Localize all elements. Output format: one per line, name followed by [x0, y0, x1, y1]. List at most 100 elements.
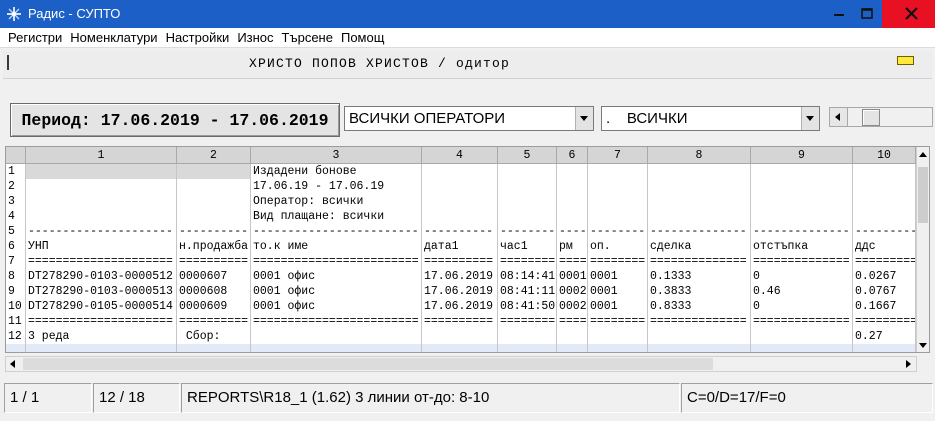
scroll-right-button[interactable] [901, 357, 916, 371]
table-cell[interactable] [588, 179, 648, 194]
table-cell[interactable] [422, 179, 498, 194]
table-cell[interactable]: 0001 офис [251, 284, 422, 299]
table-cell[interactable]: ============== [751, 314, 853, 329]
table-cell[interactable]: ---------- [422, 224, 498, 239]
table-cell[interactable]: ========= [853, 314, 916, 329]
table-cell[interactable]: то.к име [251, 239, 422, 254]
table-cell[interactable]: ===================== [26, 314, 177, 329]
table-cell[interactable]: DT278290-0105-0000514 [26, 299, 177, 314]
minimize-button[interactable] [826, 0, 852, 28]
table-cell[interactable]: 0000607 [177, 269, 251, 284]
table-cell[interactable]: Сбор: [177, 329, 251, 344]
table-cell[interactable] [422, 194, 498, 209]
table-cell[interactable]: -------------- [751, 224, 853, 239]
table-cell[interactable] [26, 179, 177, 194]
table-cell[interactable]: ========= [853, 254, 916, 269]
table-row[interactable]: 8 DT278290-0103-0000512 0000607 0001 офис 17… [6, 269, 916, 284]
payment-select[interactable]: . ВСИЧКИ [601, 106, 820, 131]
table-cell[interactable]: ========== [422, 314, 498, 329]
table-cell[interactable]: 0.1667 [853, 299, 916, 314]
table-cell[interactable]: ========== [177, 314, 251, 329]
table-cell[interactable]: дата1 [422, 239, 498, 254]
table-cell[interactable]: 0001 [588, 299, 648, 314]
row-number[interactable]: 11 [6, 314, 26, 329]
table-cell[interactable] [751, 209, 853, 224]
table-cell[interactable]: -------------- [648, 224, 751, 239]
grid-corner-cell[interactable] [6, 147, 26, 164]
table-cell[interactable]: 0.3833 [648, 284, 751, 299]
table-cell[interactable] [422, 344, 498, 352]
column-header-8[interactable]: 8 [648, 147, 751, 164]
table-row[interactable]: 12 3 реда Сбор: 0.27 [6, 329, 916, 344]
menu-item-settings[interactable]: Настройки [166, 28, 230, 47]
table-cell[interactable]: 08:41:11 [498, 284, 557, 299]
scroll-down-button[interactable] [917, 338, 929, 352]
table-cell[interactable] [751, 329, 853, 344]
table-cell[interactable] [177, 344, 251, 352]
table-cell[interactable]: ============== [648, 314, 751, 329]
table-cell[interactable]: 17.06.2019 [422, 269, 498, 284]
table-cell[interactable] [751, 194, 853, 209]
table-cell[interactable]: ---------- [177, 224, 251, 239]
grid-horizontal-scrollbar[interactable] [5, 356, 917, 372]
table-cell[interactable]: УНП [26, 239, 177, 254]
table-cell[interactable]: Издадени бонове [251, 164, 422, 179]
table-cell[interactable]: 0.1333 [648, 269, 751, 284]
table-cell[interactable]: 0.8333 [648, 299, 751, 314]
table-row[interactable]: 4 Вид плащане: всички [6, 209, 916, 224]
table-cell[interactable] [557, 164, 588, 179]
row-number[interactable]: 8 [6, 269, 26, 284]
table-row[interactable]: 1 Издадени бонове [6, 164, 916, 179]
table-cell[interactable]: час1 [498, 239, 557, 254]
table-cell[interactable]: 08:41:50 [498, 299, 557, 314]
table-row[interactable]: 11 ===================== ========== =======… [6, 314, 916, 329]
row-number[interactable]: 5 [6, 224, 26, 239]
table-cell[interactable]: оп. [588, 239, 648, 254]
row-number[interactable]: 2 [6, 179, 26, 194]
row-number[interactable]: 9 [6, 284, 26, 299]
column-header-1[interactable]: 1 [26, 147, 177, 164]
report-grid[interactable]: 1 2 3 4 5 6 7 8 9 10 1 Издадени бонове 2 17.06.19 - 1… [5, 146, 930, 353]
table-cell[interactable] [557, 194, 588, 209]
maximize-button[interactable] [853, 0, 881, 28]
toolbar-scrollbar[interactable] [829, 107, 933, 127]
table-cell[interactable]: 0 [751, 269, 853, 284]
table-cell[interactable] [648, 179, 751, 194]
table-cell[interactable]: Вид плащане: всички [251, 209, 422, 224]
table-row-current[interactable] [6, 344, 916, 352]
column-header-9[interactable]: 9 [751, 147, 853, 164]
app-star-icon[interactable] [6, 6, 22, 22]
table-cell[interactable] [177, 209, 251, 224]
table-cell[interactable] [557, 179, 588, 194]
table-cell[interactable] [498, 194, 557, 209]
menu-item-wear[interactable]: Износ [237, 28, 273, 47]
table-cell[interactable]: ==== [557, 254, 588, 269]
table-cell[interactable]: 3 реда [26, 329, 177, 344]
table-cell[interactable] [648, 209, 751, 224]
period-button[interactable]: Период: 17.06.2019 - 17.06.2019 [10, 103, 340, 137]
table-cell[interactable] [853, 194, 916, 209]
table-cell[interactable]: 08:14:41 [498, 269, 557, 284]
table-row[interactable]: 6 УНП н.продажба то.к име дата1 час1 рм оп. сдел… [6, 239, 916, 254]
title-bar[interactable]: Радис - СУПТО [0, 0, 935, 28]
table-cell[interactable]: 0001 офис [251, 299, 422, 314]
row-number[interactable]: 12 [6, 329, 26, 344]
menu-item-help[interactable]: Помощ [341, 28, 384, 47]
table-cell[interactable]: --------------------- [26, 224, 177, 239]
table-cell[interactable]: отстъпка [751, 239, 853, 254]
table-cell[interactable]: ======== [498, 254, 557, 269]
table-cell[interactable]: н.продажба [177, 239, 251, 254]
table-cell[interactable] [751, 344, 853, 352]
table-cell[interactable] [177, 179, 251, 194]
column-header-4[interactable]: 4 [422, 147, 498, 164]
table-cell[interactable]: ддс [853, 239, 916, 254]
table-cell[interactable]: ========== [422, 254, 498, 269]
grid-vertical-scrollbar[interactable] [916, 147, 929, 352]
operator-dropdown-button[interactable] [575, 107, 593, 130]
table-cell[interactable]: 0.0767 [853, 284, 916, 299]
table-cell[interactable] [498, 179, 557, 194]
table-cell[interactable] [751, 179, 853, 194]
table-cell[interactable]: ============== [648, 254, 751, 269]
table-cell[interactable]: -------- [498, 224, 557, 239]
table-cell[interactable] [498, 209, 557, 224]
